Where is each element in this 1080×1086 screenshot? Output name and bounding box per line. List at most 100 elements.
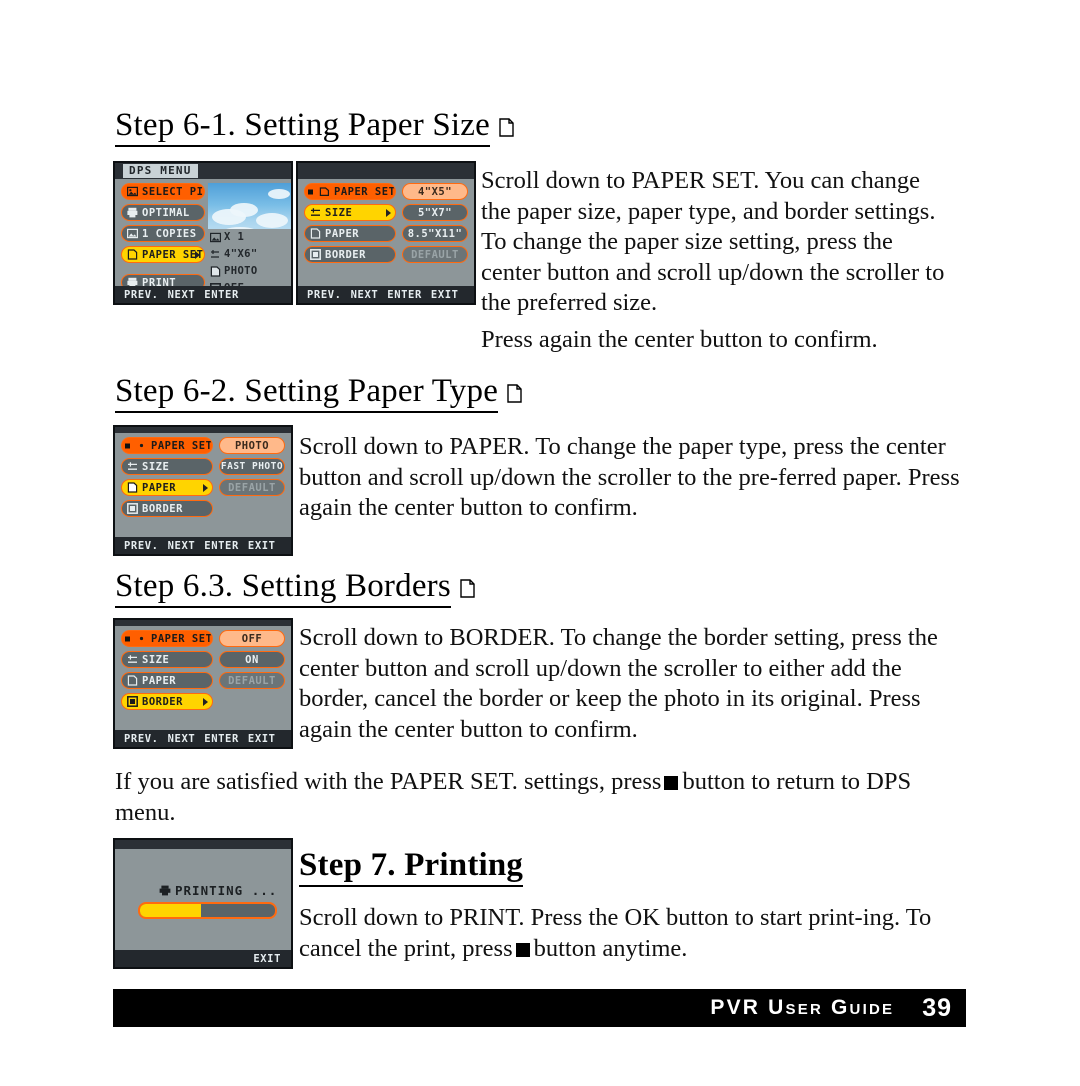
paragraph-step-6-1-extra: Press again the center button to confirm… xyxy=(481,326,878,353)
menu-item-size[interactable]: SIZE xyxy=(121,458,213,475)
option-size-0[interactable]: 4"X5" xyxy=(402,183,468,200)
footbar-prev[interactable]: PREV. xyxy=(307,289,342,301)
lcd-inner: PRINTING ... EXIT xyxy=(115,840,291,967)
menu-item-paper[interactable]: PAPER xyxy=(121,479,213,496)
lcd-footer-bar: PREV. NEXT ENTER EXIT xyxy=(115,730,291,747)
footbar-exit[interactable]: EXIT xyxy=(248,540,276,552)
footbar-prev[interactable]: PREV. xyxy=(124,733,159,745)
lcd-screen-border: PAPER SET. SIZE PAPER BORDER OFF ON DEFA… xyxy=(113,618,293,749)
option-size-3[interactable]: DEFAULT xyxy=(402,246,468,263)
option-paper-2[interactable]: DEFAULT xyxy=(219,479,285,496)
footbar-enter[interactable]: ENTER xyxy=(204,540,239,552)
paper-set-icon xyxy=(136,633,147,644)
back-icon xyxy=(125,443,130,448)
page-number: 39 xyxy=(922,993,952,1022)
picture-icon xyxy=(210,232,222,243)
menu-item-paper-set[interactable]: PAPER SET. xyxy=(304,183,396,200)
lcd-body: PAPER SET. SIZE PAPER BORDER OFF ON DEFA… xyxy=(115,626,291,730)
menu-item-label: SELECT PIC xyxy=(142,185,205,198)
footbar-enter[interactable]: ENTER xyxy=(204,289,239,301)
lcd-footer-bar: PREV. NEXT ENTER xyxy=(115,286,291,303)
footbar-prev[interactable]: PREV. xyxy=(124,540,159,552)
heading-step-6-3: Step 6.3. Setting Borders xyxy=(115,569,475,608)
option-size-2[interactable]: 8.5"X11" xyxy=(402,225,468,242)
option-size-1[interactable]: 5"X7" xyxy=(402,204,468,221)
interstitial-pre: If you are satisfied with the PAPER SET.… xyxy=(115,768,662,795)
option-border-0[interactable]: OFF xyxy=(219,630,285,647)
lcd-inner: PAPER SET. SIZE PAPER BORDER PHOTO FAST … xyxy=(115,427,291,554)
lcd-footer-bar: EXIT xyxy=(115,950,291,967)
menu-item-paper-set[interactable]: PAPER SET. xyxy=(121,437,213,454)
option-label: PHOTO xyxy=(234,439,270,452)
menu-item-label: PAPER SET. xyxy=(151,439,213,452)
lcd-inner: DPS MENU SELECT PIC OPTIMAL 1 COPIES PAP… xyxy=(115,163,291,303)
option-label: FAST PHOTO xyxy=(220,460,284,472)
border-icon xyxy=(310,249,321,260)
footbar-prev[interactable]: PREV. xyxy=(124,289,159,301)
menu-item-label: BORDER xyxy=(142,695,183,708)
printer-icon xyxy=(127,207,138,218)
footbar-exit[interactable]: EXIT xyxy=(248,733,276,745)
menu-item-label: 1 COPIES xyxy=(142,227,197,240)
summary-item-label: X 1 xyxy=(224,231,245,243)
menu-item-label: PAPER xyxy=(142,674,177,687)
menu-item-label: PAPER xyxy=(325,227,360,240)
footbar-enter[interactable]: ENTER xyxy=(204,733,239,745)
lcd-screen-printing: PRINTING ... EXIT xyxy=(113,838,293,969)
footbar-next[interactable]: NEXT xyxy=(168,733,196,745)
option-label: DEFAULT xyxy=(411,248,459,261)
menu-item-label: PAPER SET. xyxy=(151,632,213,645)
menu-item-border[interactable]: BORDER xyxy=(121,693,213,710)
menu-item-paper-set[interactable]: PAPER SET. xyxy=(121,246,205,263)
option-border-2[interactable]: DEFAULT xyxy=(219,672,285,689)
footbar-next[interactable]: NEXT xyxy=(351,289,379,301)
option-label: OFF xyxy=(241,632,263,645)
option-label: DEFAULT xyxy=(228,674,276,687)
document-icon xyxy=(507,384,522,403)
printing-status: PRINTING ... xyxy=(159,883,277,898)
option-paper-1[interactable]: FAST PHOTO xyxy=(219,458,285,475)
menu-item-paper[interactable]: PAPER xyxy=(304,225,396,242)
menu-item-select-pic[interactable]: SELECT PIC xyxy=(121,183,205,200)
paper-set-icon xyxy=(136,440,147,451)
picture-icon xyxy=(127,186,139,197)
chevron-right-icon xyxy=(203,697,208,706)
menu-button-icon xyxy=(515,942,530,957)
footbar-next[interactable]: NEXT xyxy=(168,540,196,552)
heading-step-6-1: Step 6-1. Setting Paper Size xyxy=(115,108,514,147)
footbar-enter[interactable]: ENTER xyxy=(387,289,422,301)
lcd-body: PAPER SET. SIZE PAPER BORDER 4"X5" 5"X7"… xyxy=(298,179,474,286)
step-7-post: button anytime. xyxy=(533,934,688,962)
heading-step-6-2-text: Step 6-2. Setting Paper Type xyxy=(115,374,499,413)
menu-item-paper[interactable]: PAPER xyxy=(121,672,213,689)
option-label: 8.5"X11" xyxy=(407,227,463,240)
menu-item-copies[interactable]: 1 COPIES xyxy=(121,225,205,242)
lcd-body: PRINTING ... xyxy=(115,849,291,950)
summary-item-paper: PHOTO xyxy=(208,263,291,280)
footbar-next[interactable]: NEXT xyxy=(168,289,196,301)
menu-item-size[interactable]: SIZE xyxy=(121,651,213,668)
heading-step-6-3-text: Step 6.3. Setting Borders xyxy=(115,569,451,608)
manual-page: Step 6-1. Setting Paper Size DPS MENU SE… xyxy=(0,0,1080,1086)
option-paper-0[interactable]: PHOTO xyxy=(219,437,285,454)
option-border-1[interactable]: ON xyxy=(219,651,285,668)
lcd-inner: PAPER SET. SIZE PAPER BORDER OFF ON DEFA… xyxy=(115,620,291,747)
lcd-title-bar xyxy=(115,840,291,849)
menu-item-border[interactable]: BORDER xyxy=(121,500,213,517)
menu-item-size[interactable]: SIZE xyxy=(304,204,396,221)
menu-item-border[interactable]: BORDER xyxy=(304,246,396,263)
paragraph-interstitial: If you are satisfied with the PAPER SET.… xyxy=(115,767,975,828)
print-progress-bar xyxy=(138,902,277,919)
lcd-title-bar xyxy=(298,163,474,179)
menu-item-optimal[interactable]: OPTIMAL xyxy=(121,204,205,221)
footbar-exit[interactable]: EXIT xyxy=(431,289,459,301)
paper-icon xyxy=(127,482,138,493)
menu-item-label: BORDER xyxy=(325,248,366,261)
size-icon xyxy=(127,654,138,665)
menu-item-paper-set[interactable]: PAPER SET. xyxy=(121,630,213,647)
menu-item-label: SIZE xyxy=(142,653,170,666)
printer-icon xyxy=(159,884,171,896)
copies-icon xyxy=(127,228,139,239)
footbar-exit[interactable]: EXIT xyxy=(253,953,281,965)
paper-icon xyxy=(210,266,221,277)
